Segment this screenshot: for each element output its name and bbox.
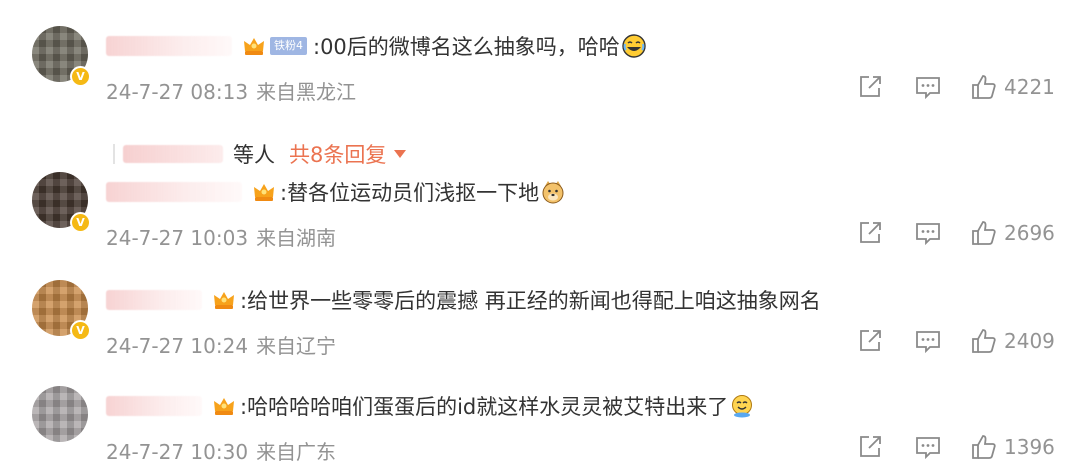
username-redacted[interactable] — [106, 36, 232, 56]
comment-feed: V 铁粉4 :00后的微博名这么抽象吗，哈哈 24-7-27 08:13 来自黑龙… — [0, 0, 1080, 476]
like-icon[interactable] — [970, 219, 998, 247]
crown-icon — [212, 395, 236, 417]
comment-icon[interactable] — [914, 73, 942, 101]
username-redacted[interactable] — [106, 182, 242, 202]
like-count: 1396 — [1004, 435, 1055, 459]
comment-date: 24-7-27 08:13 — [106, 80, 249, 104]
username-redacted[interactable] — [106, 290, 202, 310]
comment-meta: 24-7-27 08:13 来自黑龙江 — [106, 76, 356, 105]
chevron-down-icon — [394, 150, 407, 158]
comment-meta: 24-7-27 10:03 来自湖南 — [106, 222, 336, 251]
comment-actions: 4221 — [856, 72, 1055, 102]
reply-count-link[interactable]: 共8条回复 — [289, 139, 407, 169]
like-icon[interactable] — [970, 327, 998, 355]
crown-icon — [212, 289, 236, 311]
like-count: 2696 — [1004, 221, 1055, 245]
like-icon[interactable] — [970, 433, 998, 461]
verified-icon: V — [70, 66, 91, 87]
verified-icon: V — [70, 212, 91, 233]
comment-meta: 24-7-27 10:30 来自广东 — [106, 436, 336, 465]
fan-level-badge: 铁粉4 — [270, 37, 307, 55]
comment-location: 来自广东 — [256, 440, 337, 464]
reply-username-redacted[interactable] — [123, 145, 223, 163]
comment-date: 24-7-27 10:03 — [106, 226, 249, 250]
comment-icon[interactable] — [914, 219, 942, 247]
comment-actions: 2409 — [856, 326, 1055, 356]
like-count: 4221 — [1004, 75, 1055, 99]
comment-actions: 1396 — [856, 432, 1055, 462]
like-icon[interactable] — [970, 73, 998, 101]
doge-emoji — [541, 180, 565, 204]
share-icon[interactable] — [856, 219, 884, 247]
comment-location: 来自湖南 — [256, 226, 337, 250]
like-count: 2409 — [1004, 329, 1055, 353]
comment-text: :给世界一些零零后的震撼 再正经的新闻也得配上咱这抽象网名 — [240, 289, 821, 313]
comment-icon[interactable] — [914, 433, 942, 461]
avatar[interactable] — [32, 386, 88, 442]
comment-location: 来自辽宁 — [256, 334, 337, 358]
verified-icon: V — [70, 320, 91, 341]
reply-divider — [113, 144, 115, 164]
reply-tail-text: 等人 — [233, 143, 275, 167]
share-icon[interactable] — [856, 327, 884, 355]
comment-location: 来自黑龙江 — [256, 80, 357, 104]
comment-meta: 24-7-27 10:24 来自辽宁 — [106, 330, 336, 359]
comment-text: :替各位运动员们浅抠一下地 — [280, 181, 540, 205]
comment-date: 24-7-27 10:24 — [106, 334, 249, 358]
crown-icon — [252, 181, 276, 203]
comment-icon[interactable] — [914, 327, 942, 355]
share-icon[interactable] — [856, 73, 884, 101]
comment-text: :哈哈哈哈咱们蛋蛋后的id就这样水灵灵被艾特出来了 — [240, 395, 729, 419]
reply-count-label: 共8条回复 — [289, 143, 387, 167]
crying-laughing-emoji — [730, 394, 754, 418]
username-redacted[interactable] — [106, 396, 202, 416]
share-icon[interactable] — [856, 433, 884, 461]
comment-actions: 2696 — [856, 218, 1055, 248]
laughing-tears-emoji — [622, 34, 646, 58]
reply-summary: 等人 共8条回复 — [113, 139, 407, 169]
comment-text: :00后的微博名这么抽象吗，哈哈 — [313, 35, 620, 59]
crown-icon — [242, 35, 266, 57]
comment-date: 24-7-27 10:30 — [106, 440, 249, 464]
